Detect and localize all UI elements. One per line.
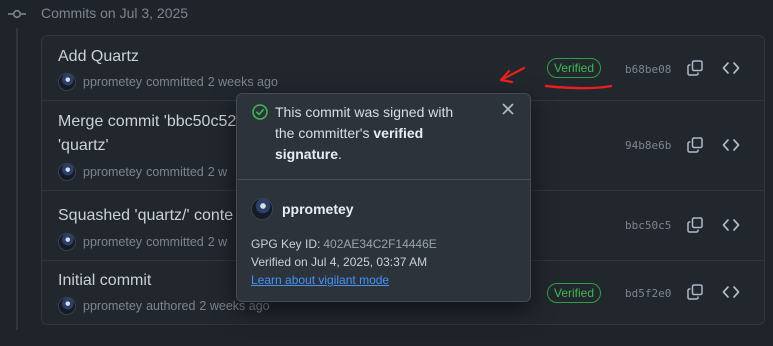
author-name[interactable]: pprometey — [83, 165, 142, 179]
copy-icon[interactable] — [687, 284, 703, 300]
popover-period: . — [338, 146, 342, 162]
author-name[interactable]: pprometey — [83, 75, 142, 89]
commit-time: 2 w — [207, 165, 228, 179]
section-title: Commits on Jul 3, 2025 — [41, 5, 189, 21]
popover-verified-word: verified — [373, 125, 424, 141]
popover-header: This commit was signed with the committe… — [237, 94, 530, 180]
commit-sha[interactable]: 94b8e6b — [625, 139, 671, 152]
popover-line2: the committer's — [275, 125, 374, 141]
close-icon[interactable] — [501, 102, 515, 116]
verified-badge[interactable]: Verified — [547, 58, 602, 78]
commit-sha[interactable]: b68be08 — [625, 63, 671, 76]
avatar[interactable] — [58, 297, 76, 315]
popover-message: This commit was signed with the committe… — [275, 102, 485, 165]
code-icon[interactable] — [722, 60, 740, 76]
popover-signature-word: signature — [275, 146, 339, 162]
commit-verb: committed — [146, 235, 204, 249]
avatar[interactable] — [58, 163, 76, 181]
commit-time: 2 w — [207, 235, 228, 249]
code-icon[interactable] — [722, 284, 740, 300]
commit-meta: pprometey committed 2 w — [58, 233, 227, 251]
gpg-key-value: 402AE34C2F14446E — [323, 237, 437, 251]
commit-time: 2 weeks ago — [207, 75, 278, 89]
check-circle-icon — [252, 104, 268, 120]
avatar[interactable] — [58, 233, 76, 251]
commit-row: Add Quartz pprometey committed 2 weeks a… — [42, 36, 764, 101]
copy-icon[interactable] — [687, 60, 703, 76]
author-name[interactable]: pprometey — [83, 235, 142, 249]
commit-verb: authored — [146, 299, 196, 313]
commit-meta: pprometey committed 2 w — [58, 163, 227, 181]
commit-sha[interactable]: bbc50c5 — [625, 219, 671, 232]
commit-message[interactable]: Initial commit — [58, 269, 151, 293]
gpg-key-label: GPG Key ID: — [251, 237, 321, 251]
timeline-line — [16, 28, 18, 330]
copy-icon[interactable] — [687, 217, 703, 233]
popover-user[interactable]: pprometey — [251, 198, 354, 220]
code-icon[interactable] — [722, 137, 740, 153]
gpg-key-line: GPG Key ID: 402AE34C2F14446E — [251, 237, 437, 251]
git-commit-icon — [8, 9, 26, 19]
commit-meta: pprometey committed 2 weeks ago — [58, 73, 278, 91]
avatar[interactable] — [58, 73, 76, 91]
commit-sha[interactable]: bd5f2e0 — [625, 287, 671, 300]
popover-username[interactable]: pprometey — [282, 201, 354, 217]
learn-vigilant-mode-link[interactable]: Learn about vigilant mode — [251, 273, 389, 287]
code-icon[interactable] — [722, 217, 740, 233]
verified-on-date: Verified on Jul 4, 2025, 03:37 AM — [251, 255, 428, 269]
commit-verb: committed — [146, 75, 204, 89]
commit-message[interactable]: Squashed 'quartz/' conte — [58, 204, 233, 228]
copy-icon[interactable] — [687, 137, 703, 153]
commit-message[interactable]: Add Quartz — [58, 45, 139, 69]
popover-line1: This commit was signed with — [275, 104, 454, 120]
signature-popover: This commit was signed with the committe… — [236, 93, 531, 302]
author-name[interactable]: pprometey — [83, 299, 142, 313]
avatar[interactable] — [251, 198, 273, 220]
commit-message-cont[interactable]: 'quartz' — [58, 134, 109, 158]
verified-badge[interactable]: Verified — [547, 283, 602, 303]
commit-verb: committed — [146, 165, 204, 179]
commit-message[interactable]: Merge commit 'bbc50c52 — [58, 110, 236, 134]
